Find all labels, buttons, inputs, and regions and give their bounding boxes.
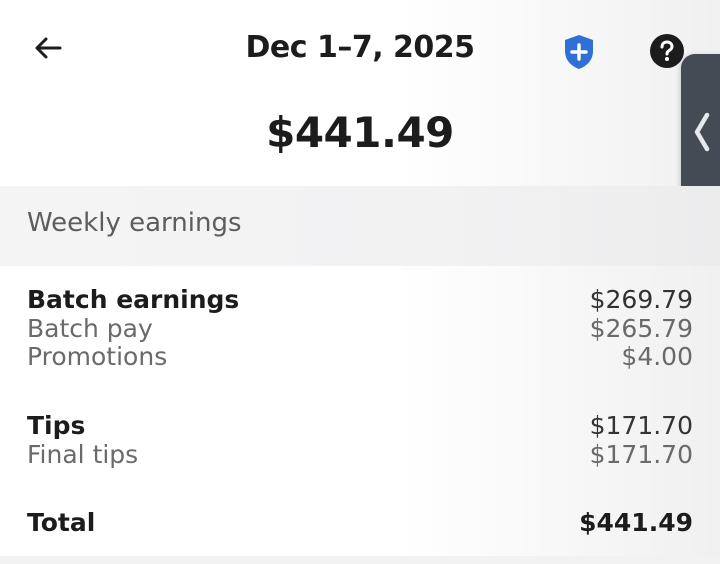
promotions-value: $4.00 [621,342,693,371]
section-title: Weekly earnings [27,208,242,238]
promotions-row: Promotions $4.00 [27,342,693,372]
bottom-divider [0,556,720,564]
batch-earnings-label: Batch earnings [27,285,240,314]
help-button[interactable] [649,33,685,69]
shield-plus-icon [560,35,598,76]
batch-pay-value: $265.79 [589,314,693,343]
batch-earnings-row: Batch earnings $269.79 [27,285,693,315]
promotions-label: Promotions [27,342,168,371]
batch-pay-row: Batch pay $265.79 [27,314,693,344]
total-row: Total $441.49 [27,508,693,538]
final-tips-label: Final tips [27,440,139,469]
earnings-page: Dec 1–7, 2025 $441.49 Weekly earnings Ba… [0,0,720,564]
batch-earnings-value: $269.79 [589,285,693,314]
weekly-earnings-header: Weekly earnings [0,186,720,266]
question-circle-icon [649,34,685,73]
final-tips-value: $171.70 [589,440,693,469]
total-label: Total [27,508,96,537]
page-title: Dec 1–7, 2025 [245,30,475,65]
total-value: $441.49 [579,508,693,537]
tips-label: Tips [27,411,86,440]
safety-button[interactable] [560,32,598,72]
final-tips-row: Final tips $171.70 [27,440,693,470]
total-earnings-amount: $441.49 [266,108,454,157]
header: Dec 1–7, 2025 [0,0,720,100]
batch-pay-label: Batch pay [27,314,153,343]
tips-row: Tips $171.70 [27,411,693,441]
tips-value: $171.70 [589,411,693,440]
